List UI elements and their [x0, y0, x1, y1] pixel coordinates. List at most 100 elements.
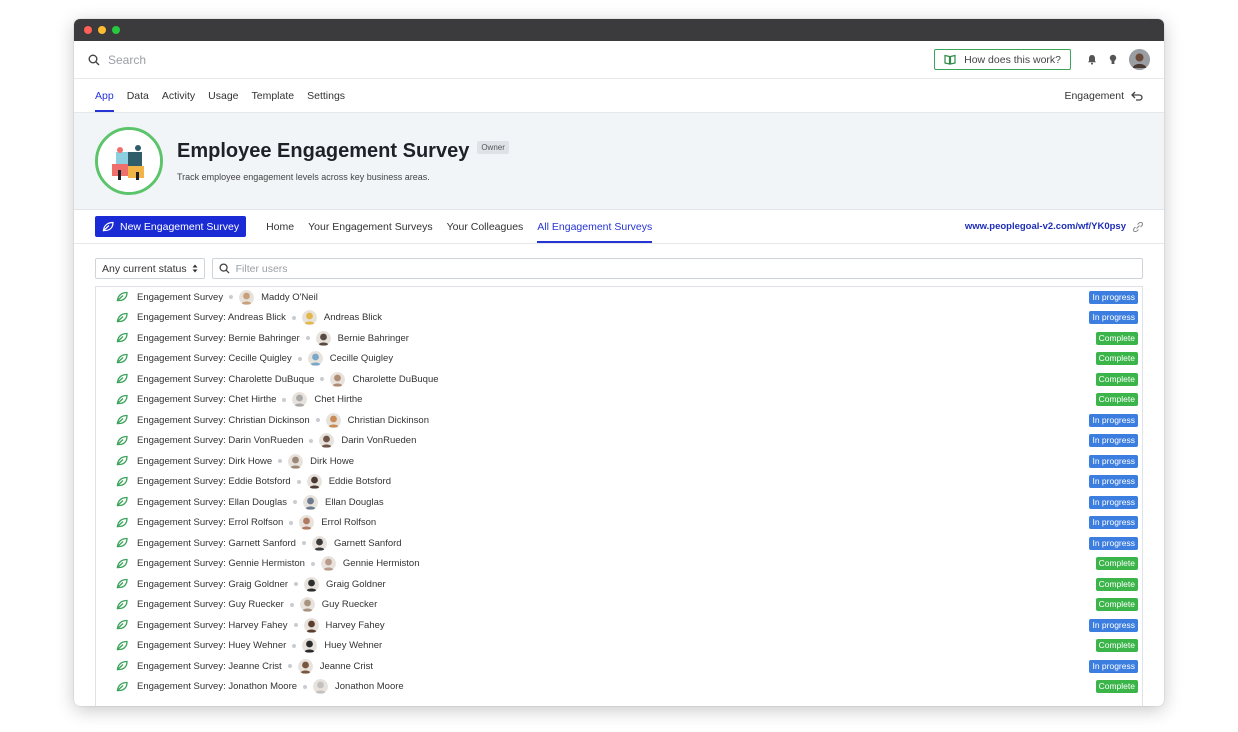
how-does-this-work-button[interactable]: How does this work? [934, 49, 1071, 70]
survey-title[interactable]: Engagement Survey: Charolette DuBuque [137, 374, 314, 385]
subtab-your-engagement-surveys[interactable]: Your Engagement Surveys [308, 210, 433, 243]
status-badge: Complete [1095, 639, 1138, 653]
bell-icon[interactable] [1087, 54, 1097, 65]
list-item[interactable]: Engagement Survey: Chet Hirthe Chet Hirth… [96, 390, 1142, 411]
survey-title[interactable]: Engagement Survey: Garnett Sanford [137, 538, 296, 549]
user-name: Chet Hirthe [314, 394, 363, 406]
tab-settings[interactable]: Settings [307, 79, 345, 112]
status-badge: Complete [1095, 331, 1138, 345]
filter-users-input[interactable]: Filter users [211, 258, 1143, 279]
book-icon [944, 54, 956, 65]
list-item[interactable]: Engagement Survey: Christian Dickinson Ch… [96, 410, 1142, 431]
user-name: Guy Ruecker [321, 599, 378, 611]
search-box[interactable]: Search [88, 53, 934, 67]
user-name: Eddie Botsford [328, 476, 392, 488]
tab-template[interactable]: Template [252, 79, 295, 112]
survey-title[interactable]: Engagement Survey: Huey Wehner [137, 640, 286, 651]
leaf-icon [116, 599, 128, 611]
share-url[interactable]: www.peoplegoal-v2.com/wf/YK0psy [965, 210, 1143, 243]
separator-dot [315, 418, 320, 423]
leaf-icon [116, 312, 128, 324]
survey-title[interactable]: Engagement Survey: Cecille Quigley [137, 353, 292, 364]
avatar [299, 597, 315, 613]
list-item[interactable]: Engagement Survey: Jeanne Crist Jeanne Cr… [96, 656, 1142, 677]
leaf-icon [116, 517, 128, 529]
lightbulb-icon[interactable] [1109, 54, 1117, 65]
survey-title[interactable]: Engagement Survey: Graig Goldner [137, 579, 288, 590]
survey-title[interactable]: Engagement Survey: Jonathon Moore [137, 681, 297, 692]
survey-title[interactable]: Engagement Survey: Ellan Douglas [137, 497, 287, 508]
leaf-icon [116, 476, 128, 488]
list-item[interactable]: Engagement Survey: Errol Rolfson Errol Ro… [96, 513, 1142, 534]
list-item[interactable]: Engagement Survey: Huey Wehner Huey Wehne… [96, 636, 1142, 657]
status-select[interactable]: Any current status [95, 258, 205, 279]
close-window-button[interactable] [84, 26, 92, 34]
avatar [297, 658, 313, 674]
status-badge: In progress [1089, 434, 1138, 448]
subtab-home[interactable]: Home [266, 210, 294, 243]
new-engagement-survey-button[interactable]: New Engagement Survey [95, 216, 247, 237]
list-item[interactable]: Engagement Survey: Andreas Blick Andreas … [96, 308, 1142, 329]
list-item[interactable]: Engagement Survey Maddy O'Neil In progress [96, 287, 1142, 308]
app-window: Search How does this work? App Data Activi… [74, 19, 1164, 706]
list-item[interactable]: Engagement Survey: Cecille Quigley Cecill… [96, 349, 1142, 370]
link-icon[interactable] [1133, 221, 1143, 232]
survey-title[interactable]: Engagement Survey: Andreas Blick [137, 312, 286, 323]
list-item[interactable]: Engagement Survey: Eddie Botsford Eddie B… [96, 472, 1142, 493]
maximize-window-button[interactable] [112, 26, 120, 34]
page-title: Employee Engagement Survey [177, 140, 470, 162]
list-item[interactable]: Engagement Survey: Ellan Douglas Ellan Do… [96, 492, 1142, 513]
list-item[interactable]: Engagement Survey: Harvey Fahey Harvey Fa… [96, 615, 1142, 636]
tab-app[interactable]: App [95, 79, 114, 112]
search-input[interactable]: Search [108, 53, 146, 67]
user-name: Huey Wehner [324, 640, 383, 652]
list-item[interactable]: Engagement Survey: Garnett Sanford Garnet… [96, 533, 1142, 554]
leaf-icon [116, 435, 128, 447]
search-icon [88, 54, 100, 65]
list-item[interactable]: Engagement Survey: Guy Ruecker Guy Ruecke… [96, 595, 1142, 616]
list-item[interactable]: Engagement Survey: Gennie Hermiston Genni… [96, 554, 1142, 575]
list-item[interactable]: Engagement Survey: Graig Goldner Graig Go… [96, 574, 1142, 595]
survey-title[interactable]: Engagement Survey: Bernie Bahringer [137, 333, 300, 344]
survey-title[interactable]: Engagement Survey: Christian Dickinson [137, 415, 310, 426]
user-name: Errol Rolfson [321, 517, 377, 529]
survey-title[interactable]: Engagement Survey [137, 292, 223, 303]
survey-list: Engagement Survey Maddy O'Neil In progress… [95, 286, 1143, 706]
user-name: Bernie Bahringer [337, 332, 409, 344]
list-item[interactable]: Engagement Survey: Jonathon Moore Jonatho… [96, 677, 1142, 698]
separator-dot [297, 356, 302, 361]
separator-dot [289, 602, 294, 607]
list-item[interactable]: Engagement Survey: Bernie Bahringer Berni… [96, 328, 1142, 349]
survey-title[interactable]: Engagement Survey: Eddie Botsford [137, 476, 291, 487]
survey-title[interactable]: Engagement Survey: Errol Rolfson [137, 517, 283, 528]
leaf-icon [116, 373, 128, 385]
survey-title[interactable]: Engagement Survey: Chet Hirthe [137, 394, 276, 405]
separator-dot [293, 623, 298, 628]
minimize-window-button[interactable] [98, 26, 106, 34]
filter-users-placeholder: Filter users [235, 262, 288, 275]
list-item[interactable]: Engagement Survey: Charolette DuBuque Cha… [96, 369, 1142, 390]
survey-title[interactable]: Engagement Survey: Guy Ruecker [137, 599, 284, 610]
leaf-icon [116, 353, 128, 365]
survey-title[interactable]: Engagement Survey: Gennie Hermiston [137, 558, 305, 569]
survey-title[interactable]: Engagement Survey: Jeanne Crist [137, 661, 282, 672]
subtab-your-colleagues[interactable]: Your Colleagues [447, 210, 524, 243]
subtab-all-engagement-surveys[interactable]: All Engagement Surveys [537, 210, 652, 243]
engagement-switch[interactable]: Engagement [1064, 79, 1143, 112]
survey-title[interactable]: Engagement Survey: Dirk Howe [137, 456, 272, 467]
avatar [304, 576, 320, 592]
user-avatar[interactable] [1129, 49, 1150, 70]
separator-dot [229, 295, 234, 300]
list-item[interactable]: Engagement Survey: Dirk Howe Dirk Howe In … [96, 451, 1142, 472]
tab-usage[interactable]: Usage [208, 79, 238, 112]
top-bar: Search How does this work? [74, 41, 1164, 79]
user-name: Garnett Sanford [333, 537, 402, 549]
avatar [288, 453, 304, 469]
tab-activity[interactable]: Activity [162, 79, 195, 112]
survey-title[interactable]: Engagement Survey: Darin VonRueden [137, 435, 303, 446]
separator-dot [292, 500, 297, 505]
list-item[interactable]: Engagement Survey: Darin VonRueden Darin … [96, 431, 1142, 452]
status-badge: In progress [1089, 516, 1138, 530]
tab-data[interactable]: Data [127, 79, 149, 112]
survey-title[interactable]: Engagement Survey: Harvey Fahey [137, 620, 288, 631]
